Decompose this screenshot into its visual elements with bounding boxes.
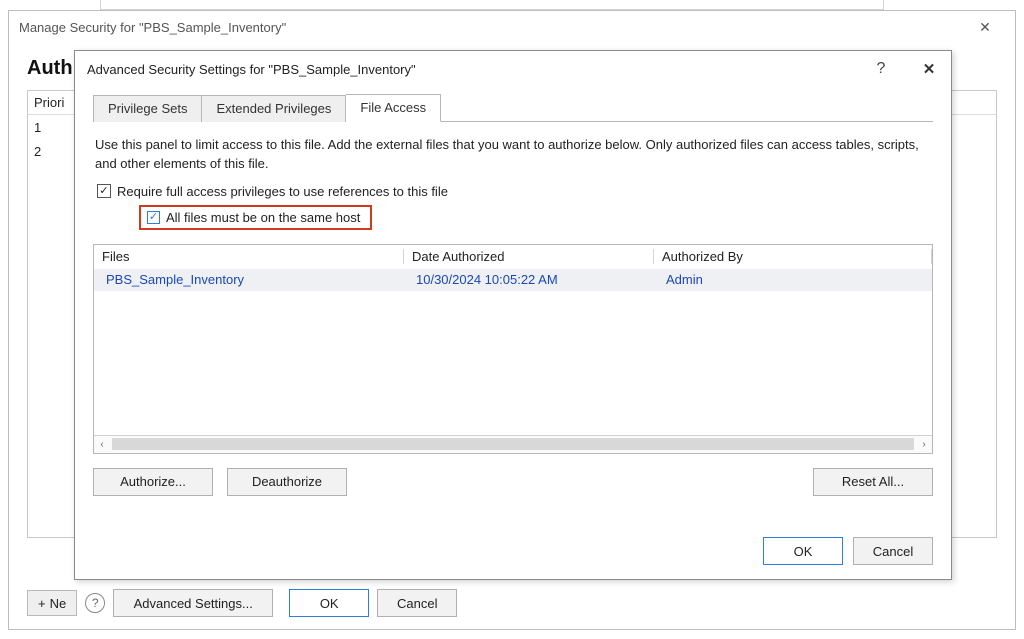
cancel-button[interactable]: Cancel [377, 589, 457, 617]
scroll-right-icon[interactable]: › [916, 436, 932, 452]
reset-all-button[interactable]: Reset All... [813, 468, 933, 496]
help-icon[interactable]: ? [85, 593, 105, 613]
checkbox-icon [97, 184, 111, 198]
parent-title-text: Manage Security for "PBS_Sample_Inventor… [19, 20, 286, 35]
table-row[interactable]: PBS_Sample_Inventory 10/30/2024 10:05:22… [94, 269, 932, 291]
panel-description: Use this panel to limit access to this f… [95, 136, 931, 174]
advanced-security-dialog: Advanced Security Settings for "PBS_Samp… [74, 50, 952, 580]
plus-icon: + [38, 596, 46, 611]
tab-strip: Privilege Sets Extended Privileges File … [93, 93, 933, 122]
ok-button[interactable]: OK [289, 589, 369, 617]
modal-title-text: Advanced Security Settings for "PBS_Samp… [87, 62, 416, 77]
tab-file-access[interactable]: File Access [346, 94, 441, 122]
horizontal-scrollbar[interactable]: ‹ › [94, 435, 932, 453]
parent-titlebar: Manage Security for "PBS_Sample_Inventor… [9, 11, 1015, 43]
scroll-left-icon[interactable]: ‹ [94, 436, 110, 452]
cell-by: Admin [654, 272, 932, 287]
cell-file: PBS_Sample_Inventory [94, 272, 404, 287]
require-full-access-checkbox[interactable]: Require full access privileges to use re… [97, 184, 933, 199]
authorize-button[interactable]: Authorize... [93, 468, 213, 496]
checkbox-label: Require full access privileges to use re… [117, 184, 448, 199]
col-files[interactable]: Files [94, 249, 404, 264]
col-authorized-by[interactable]: Authorized By [654, 249, 932, 264]
cell-date: 10/30/2024 10:05:22 AM [404, 272, 654, 287]
authorized-files-table: Files Date Authorized Authorized By PBS_… [93, 244, 933, 454]
help-icon[interactable]: ? [869, 60, 893, 78]
tab-extended-privileges[interactable]: Extended Privileges [202, 95, 346, 122]
checkbox-icon [147, 211, 160, 224]
close-icon[interactable]: ✕ [917, 60, 941, 78]
deauthorize-button[interactable]: Deauthorize [227, 468, 347, 496]
new-label: Ne [50, 596, 67, 611]
col-date-authorized[interactable]: Date Authorized [404, 249, 654, 264]
add-account-button[interactable]: + Ne [27, 590, 77, 616]
close-icon[interactable]: ✕ [965, 13, 1005, 41]
checkbox-label: All files must be on the same host [166, 210, 360, 225]
scroll-track[interactable] [112, 438, 914, 450]
tab-privilege-sets[interactable]: Privilege Sets [93, 95, 202, 122]
cancel-button[interactable]: Cancel [853, 537, 933, 565]
advanced-settings-button[interactable]: Advanced Settings... [113, 589, 273, 617]
ok-button[interactable]: OK [763, 537, 843, 565]
same-host-checkbox[interactable]: All files must be on the same host [139, 205, 372, 230]
modal-titlebar: Advanced Security Settings for "PBS_Samp… [75, 51, 951, 87]
